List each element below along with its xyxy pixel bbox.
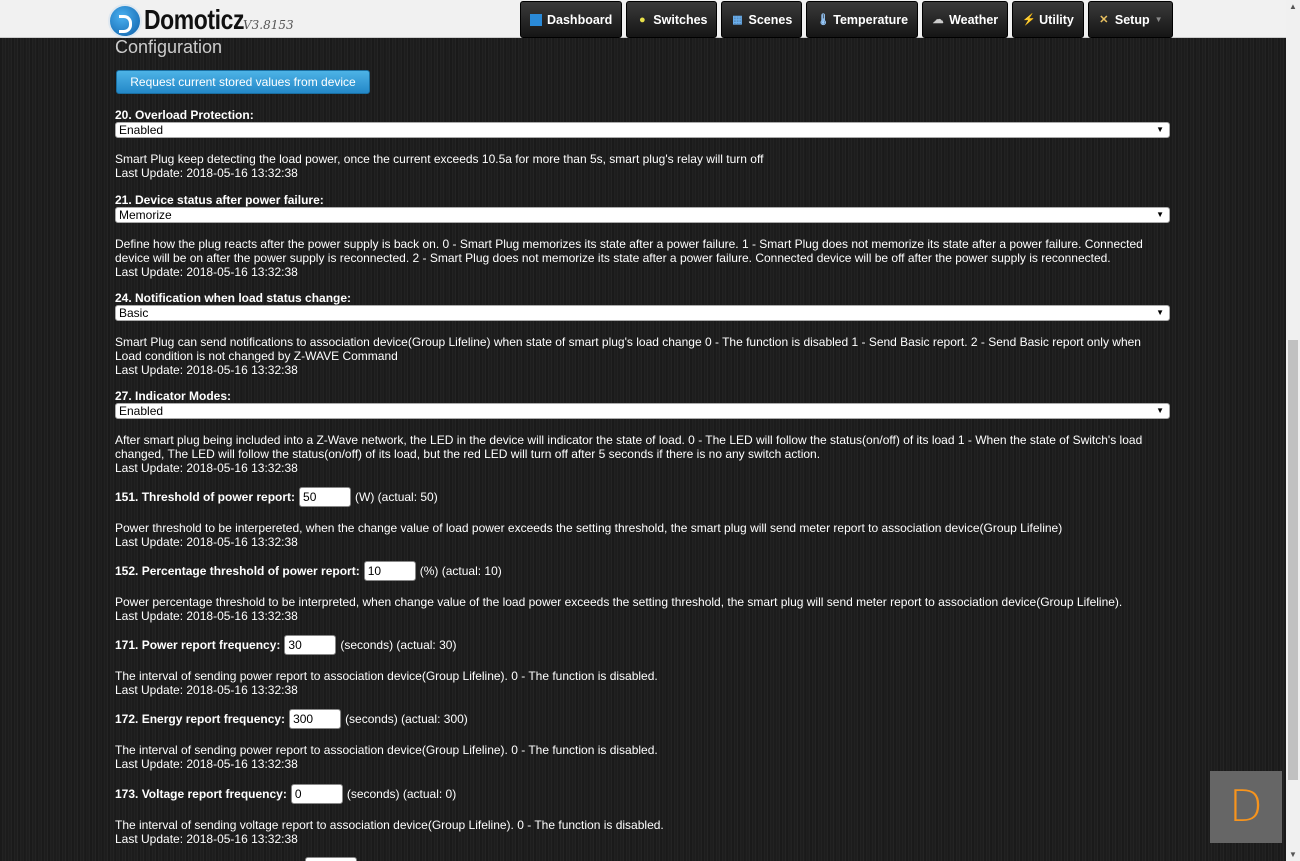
request-values-button[interactable]: Request current stored values from devic…	[116, 70, 370, 94]
nav-scenes[interactable]: ▦ Scenes	[721, 1, 803, 38]
nav-label: Temperature	[833, 12, 909, 27]
last-update: Last Update: 2018-05-16 13:32:38	[115, 461, 298, 475]
last-update: Last Update: 2018-05-16 13:32:38	[115, 609, 298, 623]
nav-switches[interactable]: ● Switches	[626, 1, 718, 38]
domoticz-logo-icon[interactable]	[108, 4, 142, 38]
param-input[interactable]: 10	[363, 561, 416, 581]
param-171: 171. Power report frequency: 30 (seconds) …	[115, 635, 1170, 697]
last-update: Last Update: 2018-05-16 13:32:38	[115, 265, 298, 279]
last-update: Last Update: 2018-05-16 13:32:38	[115, 683, 298, 697]
scenes-icon: ▦	[732, 13, 743, 26]
dropdown-arrow-icon: ▼	[1156, 125, 1164, 134]
param-description: After smart plug being included into a Z…	[115, 433, 1143, 461]
param-173: 173. Voltage report frequency: 0 (seconds)…	[115, 784, 1170, 846]
main-nav: Dashboard ● Switches ▦ Scenes 🌡 Temperature…	[520, 1, 1173, 38]
nav-label: Scenes	[748, 12, 793, 27]
param-label: 24. Notification when load status change…	[115, 291, 352, 305]
param-label: 151. Threshold of power report:	[115, 490, 296, 504]
param-label: 21. Device status after power failure:	[115, 193, 324, 207]
last-update: Last Update: 2018-05-16 13:32:38	[115, 757, 298, 771]
scrollbar-thumb[interactable]	[1288, 340, 1298, 780]
brand-name: Domoticz	[144, 4, 245, 35]
param-select[interactable]: Basic ▼	[115, 305, 1170, 321]
param-label: 27. Indicator Modes:	[115, 389, 232, 403]
nav-label: Utility	[1039, 12, 1074, 27]
param-description: Power threshold to be interpereted, when…	[115, 521, 1063, 535]
param-input[interactable]: 30	[284, 635, 337, 655]
param-172: 172. Energy report frequency: 300 (seconds…	[115, 709, 1170, 771]
nav-utility[interactable]: ⚡ Utility	[1012, 1, 1084, 38]
param-input-next[interactable]	[305, 857, 357, 861]
last-update: Last Update: 2018-05-16 13:32:38	[115, 363, 298, 377]
scroll-down-icon[interactable]: ▼	[1289, 850, 1297, 859]
param-select[interactable]: Enabled ▼	[115, 403, 1170, 419]
select-value: Enabled	[119, 404, 164, 418]
param-description: The interval of sending power report to …	[115, 743, 658, 757]
select-value: Basic	[119, 306, 149, 320]
param-27: 27. Indicator Modes: Enabled ▼ After smar…	[115, 389, 1170, 475]
thermometer-icon: 🌡	[816, 13, 831, 26]
param-label: 172. Energy report frequency:	[115, 712, 286, 726]
last-update: Last Update: 2018-05-16 13:32:38	[115, 535, 298, 549]
dropdown-arrow-icon: ▼	[1156, 406, 1164, 415]
last-update: Last Update: 2018-05-16 13:32:38	[115, 166, 298, 180]
param-description: The interval of sending power report to …	[115, 669, 658, 683]
nav-label: Dashboard	[547, 12, 613, 27]
param-label: 20. Overload Protection:	[115, 108, 254, 122]
utility-icon: ⚡	[1022, 13, 1036, 26]
param-20: 20. Overload Protection: Enabled ▼ Smart …	[115, 108, 1170, 180]
param-unit: (%) (actual: 10)	[419, 564, 502, 578]
tools-icon: ✕	[1099, 13, 1109, 26]
param-24: 24. Notification when load status change…	[115, 291, 1170, 377]
param-description: The interval of sending voltage report t…	[115, 818, 664, 832]
param-151: 151. Threshold of power report: 50 (W) (ac…	[115, 487, 1170, 549]
param-description: Smart Plug keep detecting the load power…	[115, 152, 764, 166]
param-unit: (W) (actual: 50)	[355, 490, 438, 504]
param-unit: (seconds) (actual: 30)	[340, 638, 457, 652]
last-update: Last Update: 2018-05-16 13:32:38	[115, 832, 298, 846]
nav-weather[interactable]: ☁ Weather	[922, 1, 1009, 38]
dropdown-arrow-icon: ▼	[1156, 308, 1164, 317]
nav-label: Weather	[949, 12, 999, 27]
nav-label: Setup	[1114, 12, 1150, 27]
bulb-icon: ●	[638, 13, 646, 26]
scrollbar[interactable]: ▲ ▼	[1286, 0, 1300, 861]
param-input[interactable]: 300	[289, 709, 342, 729]
nav-temperature[interactable]: 🌡 Temperature	[806, 1, 919, 38]
param-select[interactable]: Enabled ▼	[115, 122, 1170, 138]
param-description: Smart Plug can send notifications to ass…	[115, 335, 1141, 363]
version-label: V3.8153	[243, 18, 294, 32]
param-label: 171. Power report frequency:	[115, 638, 281, 652]
param-label: 152. Percentage threshold of power repor…	[115, 564, 360, 578]
chevron-down-icon: ▼	[1154, 15, 1163, 24]
domoticz-badge-icon[interactable]: D	[1210, 771, 1282, 843]
param-21: 21. Device status after power failure: M…	[115, 193, 1170, 279]
param-description: Power percentage threshold to be interpr…	[115, 595, 1123, 609]
nav-label: Switches	[653, 12, 708, 27]
weather-icon: ☁	[932, 13, 944, 26]
param-152: 152. Percentage threshold of power repor…	[115, 561, 1170, 623]
param-select[interactable]: Memorize ▼	[115, 207, 1170, 223]
param-unit: (seconds) (actual: 300)	[345, 712, 468, 726]
select-value: Enabled	[119, 123, 164, 137]
nav-setup[interactable]: ✕ Setup ▼	[1087, 1, 1173, 38]
nav-dashboard[interactable]: Dashboard	[520, 1, 623, 38]
dashboard-icon	[530, 13, 542, 26]
param-description: Define how the plug reacts after the pow…	[115, 237, 1143, 265]
dropdown-arrow-icon: ▼	[1156, 210, 1164, 219]
page-title: Configuration	[115, 37, 223, 57]
param-input[interactable]: 50	[299, 487, 352, 507]
param-label: 173. Voltage report frequency:	[115, 787, 287, 801]
param-unit: (seconds) (actual: 0)	[346, 787, 457, 801]
select-value: Memorize	[119, 208, 172, 222]
param-input[interactable]: 0	[290, 784, 343, 804]
scroll-up-icon[interactable]: ▲	[1289, 2, 1297, 11]
